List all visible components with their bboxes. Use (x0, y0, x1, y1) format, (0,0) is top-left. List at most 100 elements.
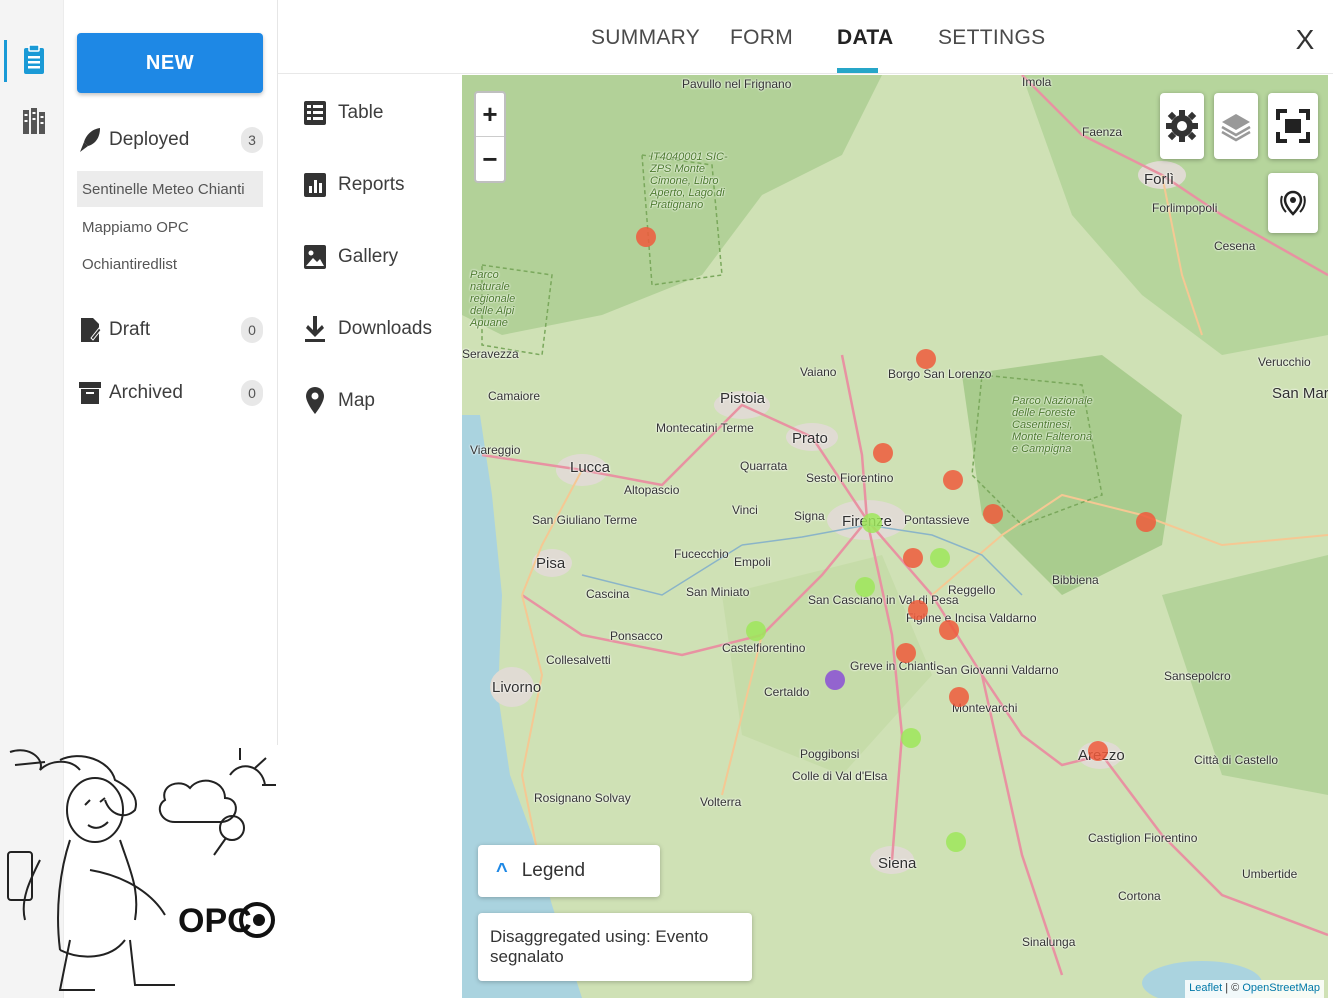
deployed-section-header[interactable]: Deployed 3 (77, 120, 263, 160)
archive-icon (77, 378, 103, 408)
map-label: Collesalvetti (546, 653, 611, 667)
tab-data[interactable]: DATA (837, 26, 893, 50)
layers-icon (1221, 114, 1251, 142)
form-item-sentinelle-meteo-chianti[interactable]: Sentinelle Meteo Chianti (77, 171, 263, 207)
deployed-count-badge: 3 (241, 127, 263, 153)
subnav-downloads[interactable]: Downloads (302, 307, 452, 351)
map-marker[interactable] (908, 600, 928, 620)
map-label: Cortona (1118, 889, 1161, 903)
zoom-in-button[interactable]: + (476, 93, 504, 137)
map-label: Camaiore (488, 389, 541, 403)
tab-settings[interactable]: SETTINGS (938, 26, 1045, 50)
form-item-ochiantiredlist[interactable]: Ochiantiredlist (77, 246, 263, 282)
draft-icon (77, 315, 103, 345)
map-label: Sesto Fiorentino (806, 471, 894, 485)
map-label: Poggibonsi (800, 747, 860, 761)
map-layers-button[interactable] (1214, 93, 1258, 159)
map-marker[interactable] (1136, 512, 1156, 532)
new-project-button[interactable]: NEW (77, 33, 263, 93)
map-label: Castiglion Fiorentino (1088, 831, 1198, 845)
map-marker[interactable] (636, 227, 656, 247)
map-marker[interactable] (983, 504, 1003, 524)
map-marker[interactable] (916, 349, 936, 369)
map-label: San Giuliano Terme (532, 513, 638, 527)
tab-summary[interactable]: SUMMARY (591, 26, 700, 50)
map-marker[interactable] (855, 577, 875, 597)
data-subnav: Table Reports Gallery Downloads Map (278, 75, 462, 998)
projects-nav-button[interactable] (16, 40, 52, 80)
map-marker[interactable] (896, 643, 916, 663)
map-label: Forlì (1144, 171, 1174, 188)
zoom-out-button[interactable]: − (476, 137, 504, 181)
map-label: San Miniato (686, 585, 750, 599)
map-marker[interactable] (825, 670, 845, 690)
close-icon: X (1295, 24, 1315, 55)
map-pin-icon (302, 386, 328, 416)
map-marker[interactable] (901, 728, 921, 748)
archived-section-header[interactable]: Archived 0 (77, 373, 263, 413)
gallery-icon (302, 242, 328, 272)
map-marker[interactable] (873, 443, 893, 463)
map-label: Altopascio (624, 483, 680, 497)
map-label: Montecatini Terme (656, 421, 754, 435)
geolocate-button[interactable] (1268, 173, 1318, 233)
map-marker[interactable] (946, 832, 966, 852)
download-icon (302, 314, 328, 344)
rail-active-indicator (4, 40, 7, 82)
map-label: Pistoia (720, 390, 766, 407)
archived-label: Archived (109, 382, 183, 403)
park-label: IT4040001 SIC-ZPS Monte Cimone, Libro Ap… (650, 151, 728, 211)
map-marker[interactable] (949, 687, 969, 707)
map-marker[interactable] (903, 548, 923, 568)
map-view[interactable]: Pavullo nel Frignano Imola Faenza Forlì … (462, 75, 1328, 998)
park-label: Parco naturale regionale delle Alpi Apua… (470, 269, 516, 329)
subnav-table[interactable]: Table (302, 91, 452, 135)
disaggregation-label: Disaggregated using: Evento segnalato (490, 927, 709, 966)
draft-section-header[interactable]: Draft 0 (77, 310, 263, 350)
map-marker[interactable] (746, 621, 766, 641)
fullscreen-button[interactable] (1268, 93, 1318, 159)
opc-logo: OPC (0, 740, 285, 998)
form-item-mappiamo-opc[interactable]: Mappiamo OPC (77, 209, 263, 245)
subnav-reports[interactable]: Reports (302, 163, 452, 207)
map-marker[interactable] (939, 620, 959, 640)
close-button[interactable]: X (1290, 24, 1320, 56)
rocket-icon (77, 125, 103, 155)
map-label: Cascina (586, 587, 630, 601)
subnav-downloads-label: Downloads (338, 318, 432, 339)
map-label: Sansepolcro (1164, 669, 1231, 683)
subnav-table-label: Table (338, 102, 384, 123)
map-label: Signa (794, 509, 825, 523)
map-label: Ponsacco (610, 629, 663, 643)
map-label: Certaldo (764, 685, 810, 699)
map-label: Rosignano Solvay (534, 791, 631, 805)
tab-form[interactable]: FORM (730, 26, 793, 50)
attribution-separator: | © (1222, 982, 1243, 994)
subnav-gallery[interactable]: Gallery (302, 235, 452, 279)
disaggregation-selector[interactable]: Disaggregated using: Evento segnalato (478, 913, 752, 981)
archived-count-badge: 0 (241, 380, 263, 406)
map-label: Cesena (1214, 239, 1256, 253)
subnav-map[interactable]: Map (302, 379, 452, 423)
draft-label: Draft (109, 319, 151, 340)
map-marker[interactable] (943, 470, 963, 490)
map-settings-button[interactable] (1160, 93, 1204, 159)
map-label: Viareggio (470, 443, 521, 457)
map-label: Seravezza (462, 347, 519, 361)
subnav-gallery-label: Gallery (338, 246, 399, 267)
osm-link[interactable]: OpenStreetMap (1242, 982, 1320, 994)
map-label: Pavullo nel Frignano (682, 77, 792, 91)
map-label: Lucca (570, 459, 611, 476)
leaflet-link[interactable]: Leaflet (1189, 982, 1222, 994)
table-icon (302, 98, 328, 128)
map-marker[interactable] (930, 548, 950, 568)
project-sidebar: NEW Deployed 3 Sentinelle Meteo Chianti … (64, 0, 278, 745)
map-label: Città di Castello (1194, 753, 1279, 767)
map-label: Castelfiorentino (722, 641, 806, 655)
map-marker[interactable] (1088, 741, 1108, 761)
map-label: Imola (1022, 75, 1052, 89)
map-label: Livorno (492, 679, 542, 696)
map-marker[interactable] (862, 513, 882, 533)
library-nav-button[interactable] (16, 100, 52, 140)
legend-toggle[interactable]: ^ Legend (478, 845, 660, 897)
